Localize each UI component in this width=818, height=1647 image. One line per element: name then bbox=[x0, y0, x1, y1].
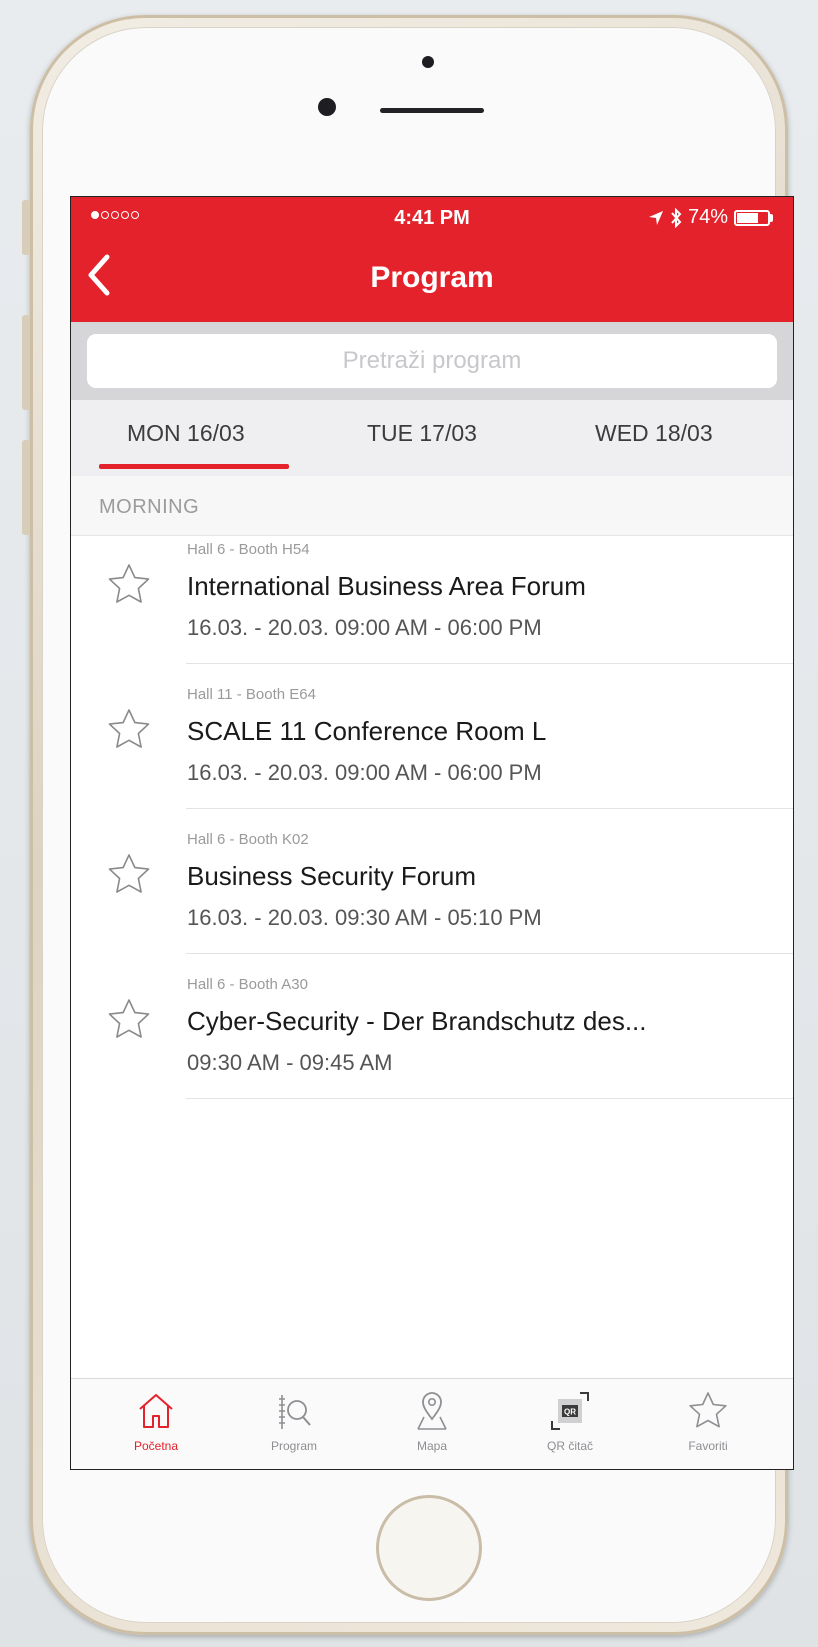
selected-tab-indicator bbox=[99, 464, 289, 469]
list-item[interactable]: Hall 6 - Booth A30 Cyber-Security - Der … bbox=[71, 954, 793, 1099]
star-icon bbox=[689, 1392, 727, 1428]
search-input[interactable] bbox=[87, 334, 777, 388]
location-arrow-icon bbox=[648, 210, 663, 225]
tab-wed[interactable]: WED 18/03 bbox=[595, 420, 713, 447]
favorite-star-icon[interactable] bbox=[105, 706, 153, 754]
tabbar-program[interactable]: Program bbox=[239, 1389, 349, 1453]
event-time: 16.03. - 20.03. 09:00 AM - 06:00 PM bbox=[187, 760, 542, 785]
earpiece-speaker bbox=[380, 108, 484, 113]
battery-percentage: 74% bbox=[687, 206, 728, 228]
tabbar-home[interactable]: Početna bbox=[101, 1389, 211, 1453]
event-title: SCALE 11 Conference Room L bbox=[187, 716, 547, 746]
event-title: International Business Area Forum bbox=[187, 571, 586, 601]
qr-code-icon: QR bbox=[551, 1392, 589, 1430]
map-pin-icon bbox=[417, 1392, 447, 1430]
tabbar-favorites[interactable]: Favoriti bbox=[653, 1389, 763, 1453]
page-title: Program bbox=[370, 261, 494, 294]
tab-tue[interactable]: TUE 17/03 bbox=[367, 420, 477, 447]
event-location: Hall 6 - Booth A30 bbox=[187, 976, 308, 993]
tabbar-label: QR čitač bbox=[546, 1439, 593, 1453]
volume-up-button bbox=[22, 315, 30, 410]
status-right-group: 74% bbox=[648, 206, 773, 229]
tabbar-label: Program bbox=[270, 1439, 317, 1453]
svg-text:QR: QR bbox=[564, 1408, 576, 1417]
event-time: 16.03. - 20.03. 09:00 AM - 06:00 PM bbox=[187, 615, 542, 640]
navigation-bar: Program bbox=[71, 241, 793, 322]
battery-icon bbox=[734, 209, 773, 226]
status-bar: 4:41 PM 74% bbox=[71, 197, 793, 241]
app-header: 4:41 PM 74% Program bbox=[71, 197, 793, 322]
tab-mon[interactable]: MON 16/03 bbox=[127, 420, 245, 447]
row-divider bbox=[186, 1098, 793, 1099]
event-title: Cyber-Security - Der Brandschutz des... bbox=[187, 1006, 647, 1036]
proximity-sensor bbox=[422, 56, 434, 68]
home-icon bbox=[139, 1394, 173, 1428]
bottom-tab-bar: Početna Program Mapa QR QR čitač Favorit… bbox=[71, 1378, 793, 1469]
event-title: Business Security Forum bbox=[187, 861, 476, 891]
event-location: Hall 6 - Booth H54 bbox=[187, 541, 310, 558]
front-camera bbox=[318, 98, 336, 116]
event-location: Hall 11 - Booth E64 bbox=[187, 686, 316, 703]
favorite-star-icon[interactable] bbox=[105, 561, 153, 609]
home-button[interactable] bbox=[376, 1495, 482, 1601]
tabbar-label: Favoriti bbox=[688, 1439, 728, 1453]
favorite-star-icon[interactable] bbox=[105, 851, 153, 899]
volume-down-button bbox=[22, 440, 30, 535]
favorite-star-icon[interactable] bbox=[105, 996, 153, 1044]
section-label: MORNING bbox=[99, 496, 200, 518]
list-item[interactable]: Hall 6 - Booth H54 International Busines… bbox=[71, 519, 793, 664]
search-bar bbox=[71, 322, 793, 400]
bluetooth-icon bbox=[671, 207, 682, 228]
tabbar-label: Početna bbox=[133, 1439, 179, 1453]
app-screen: 4:41 PM 74% Program MON 16/03 TUE 17/03 … bbox=[70, 196, 794, 1470]
program-search-icon bbox=[279, 1395, 311, 1429]
tabbar-qr-reader[interactable]: QR QR čitač bbox=[515, 1389, 625, 1453]
list-item[interactable]: Hall 6 - Booth K02 Business Security For… bbox=[71, 809, 793, 954]
tabbar-map[interactable]: Mapa bbox=[377, 1389, 487, 1453]
tabbar-label: Mapa bbox=[416, 1439, 448, 1453]
event-time: 16.03. - 20.03. 09:30 AM - 05:10 PM bbox=[187, 905, 542, 930]
event-location: Hall 6 - Booth K02 bbox=[187, 831, 309, 848]
mute-switch bbox=[22, 200, 30, 255]
list-item[interactable]: Hall 11 - Booth E64 SCALE 11 Conference … bbox=[71, 664, 793, 809]
event-time: 09:30 AM - 09:45 AM bbox=[187, 1050, 393, 1075]
